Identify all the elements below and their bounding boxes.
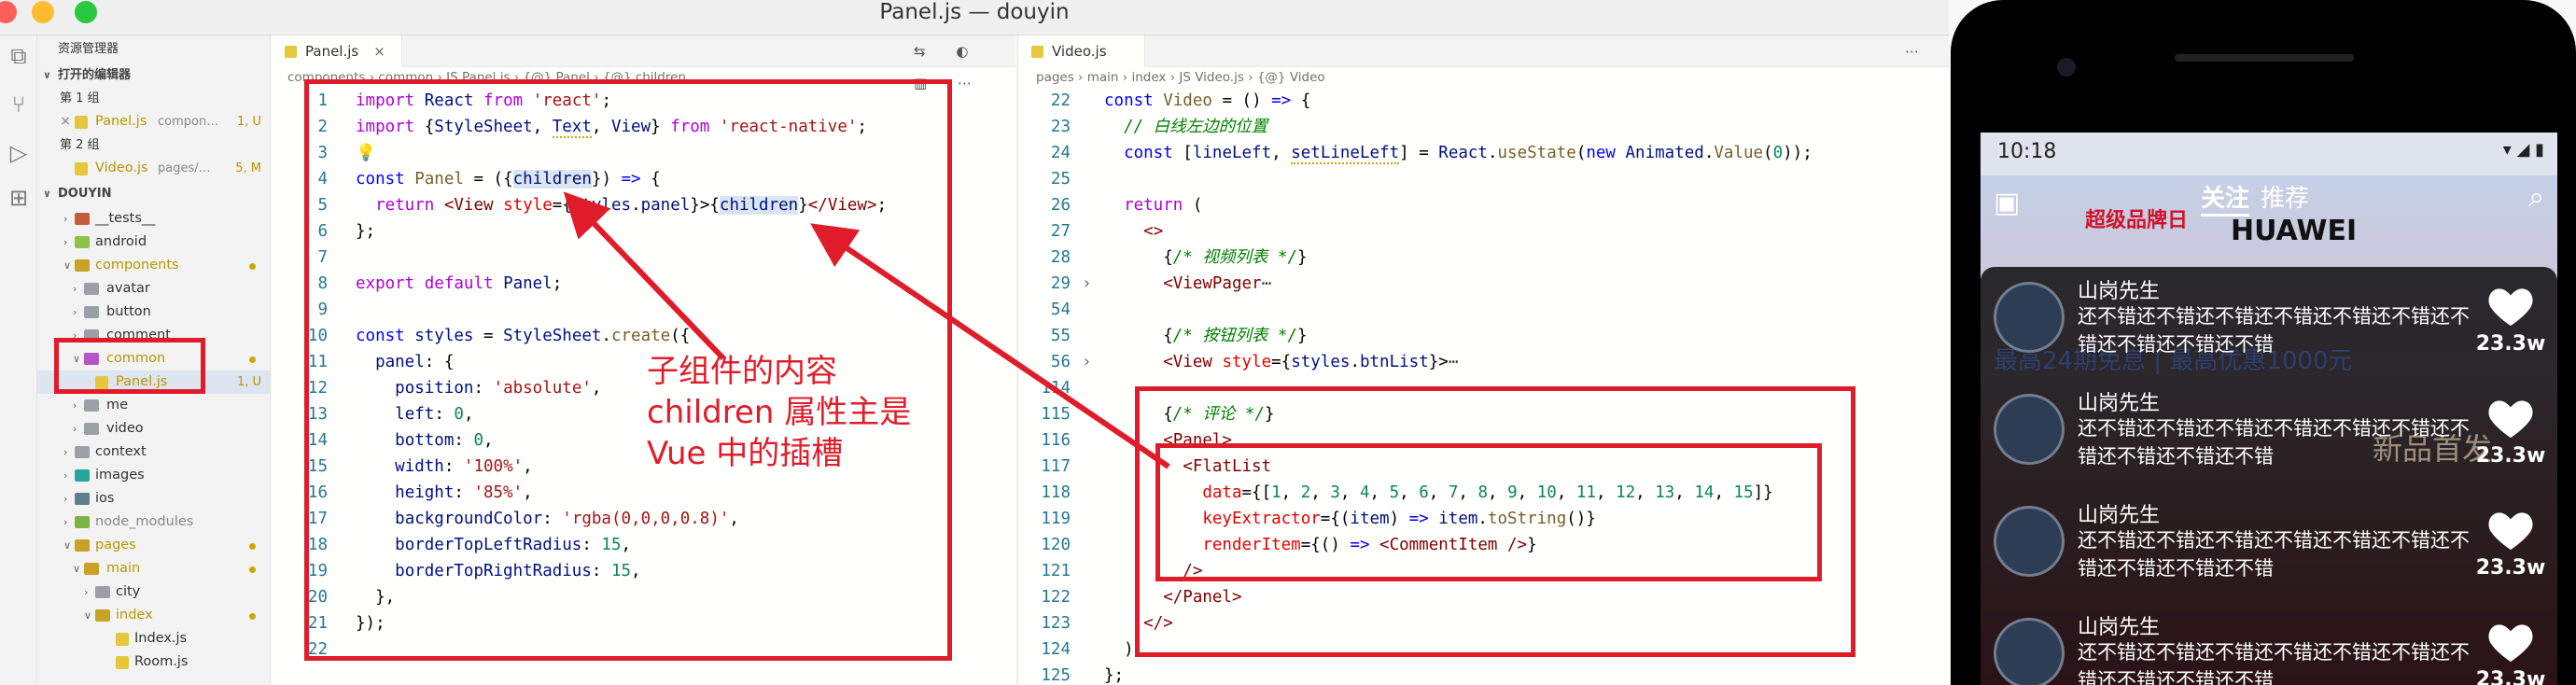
tab-recommended[interactable]: 推荐 — [2261, 179, 2309, 214]
comment-text: 还不错还不错还不错还不错还不错还不错还不错还不错还不错还不错 — [2078, 641, 2470, 685]
arrow-to-children-prop — [563, 191, 726, 361]
status-time: 10:18 — [1997, 140, 2057, 163]
avatar — [1994, 618, 2065, 685]
speaker-grille — [2175, 54, 2354, 62]
heart-icon[interactable] — [2485, 504, 2537, 556]
heart-icon[interactable] — [2485, 280, 2537, 332]
comment-text: 还不错还不错还不错还不错还不错还不错还不错还不错还不错还不错 — [2078, 417, 2470, 468]
comment-author: 山岗先生 — [2078, 280, 2161, 303]
tab-following[interactable]: 关注 — [2201, 179, 2250, 217]
comment-panel: 最高24期免息 | 最高优惠1000元 新品首发 山岗先生 还不错还不错还不错还… — [1981, 267, 2557, 685]
camera-icon — [2057, 58, 2076, 77]
comment-item[interactable]: 山岗先生 还不错还不错还不错还不错还不错还不错还不错还不错还不错还不错 23.3… — [1981, 603, 2557, 685]
heart-icon[interactable] — [2485, 392, 2537, 444]
avatar — [1994, 282, 2065, 353]
comment-author: 山岗先生 — [2078, 504, 2161, 527]
comment-author: 山岗先生 — [2078, 392, 2161, 415]
arrow-to-children-render — [810, 223, 1170, 469]
heart-icon[interactable] — [2485, 616, 2537, 668]
comment-author: 山岗先生 — [2078, 616, 2161, 639]
like-count: 23.3w — [2475, 556, 2546, 580]
comment-text: 还不错还不错还不错还不错还不错还不错还不错还不错还不错还不错 — [2078, 529, 2470, 580]
phone-status-bar: 10:18 ▾ ◢ ▮ — [1981, 133, 2557, 175]
comment-text: 还不错还不错还不错还不错还不错还不错还不错还不错还不错还不错 — [2078, 305, 2470, 356]
comment-item[interactable]: 山岗先生 还不错还不错还不错还不错还不错还不错还不错还不错还不错还不错 23.3… — [1981, 379, 2557, 491]
like-count: 23.3w — [2475, 332, 2546, 356]
banner-promo: 超级品牌日 — [2085, 209, 2189, 232]
comment-item[interactable]: 山岗先生 还不错还不错还不错还不错还不错还不错还不错还不错还不错还不错 23.3… — [1981, 491, 2557, 603]
like-count: 23.3w — [2475, 444, 2546, 468]
status-icons: ▾ ◢ ▮ — [2502, 140, 2544, 160]
like-count: 23.3w — [2475, 668, 2546, 685]
search-icon[interactable]: ⌕ — [2528, 181, 2544, 214]
tv-icon[interactable]: ▣ — [1994, 187, 2020, 219]
banner-brand: HUAWEI — [2231, 215, 2358, 247]
avatar — [1994, 394, 2065, 465]
avatar — [1994, 506, 2065, 577]
comment-item[interactable]: 山岗先生 还不错还不错还不错还不错还不错还不错还不错还不错还不错还不错 23.3… — [1981, 267, 2557, 379]
phone-screen: ▣ 关注 推荐 ⌕ 超级品牌日 HUAWEI 最高24期免息 | 最高优惠100… — [1981, 175, 2557, 685]
